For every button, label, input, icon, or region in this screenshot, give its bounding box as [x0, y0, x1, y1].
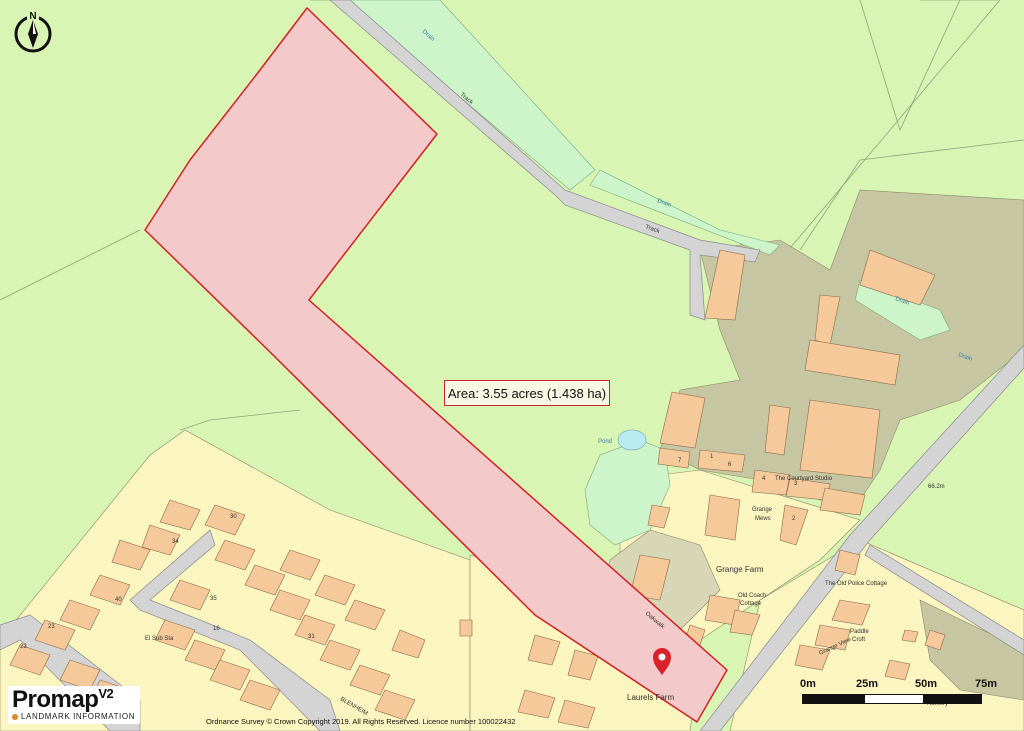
paddle-label: Paddle — [850, 629, 869, 635]
house-number: 22 — [20, 644, 27, 650]
scale-segment-1 — [802, 694, 864, 704]
house-number: 16 — [213, 626, 220, 632]
scale-label-75: 75m — [975, 678, 998, 690]
scale-bar: 0m 25m 50m 75m — [800, 678, 997, 708]
logo-main-text: Promap — [12, 686, 99, 713]
north-label: N — [29, 11, 36, 22]
area-label-text: Area: 3.55 acres (1.438 ha) — [447, 385, 607, 401]
logo-sub-text: LANDMARK INFORMATION — [21, 712, 136, 721]
house-number: 30 — [230, 514, 237, 520]
scale-label-0: 0m — [800, 678, 816, 690]
house-number: 23 — [48, 624, 55, 630]
old-coach-label: Old Coach — [738, 593, 766, 599]
house-number: 40 — [115, 597, 122, 603]
old-police-cottage-label: The Old Police Cottage — [825, 581, 888, 587]
promap-logo: PromapV2 LANDMARK INFORMATION — [8, 686, 140, 724]
scale-segment-2 — [864, 694, 924, 704]
grange-farm-label: Grange Farm — [716, 565, 764, 574]
pond-label: Pond — [598, 439, 612, 445]
area-label: Area: 3.55 acres (1.438 ha) — [444, 380, 610, 406]
scale-label-50: 50m — [915, 678, 938, 690]
mews-label: Mews — [755, 516, 771, 522]
house-number: 31 — [308, 634, 315, 640]
map-canvas[interactable]: Track Track Drain Drain Drain Drain Pond… — [0, 0, 1024, 731]
spot-height-label: 66.2m — [928, 484, 945, 490]
courtyard-studio-label: The Courtyard Studio — [775, 476, 833, 482]
laurels-farm-label: Laurels Farm — [627, 693, 674, 702]
logo-version: V2 — [98, 686, 114, 701]
house-number: 34 — [172, 539, 179, 545]
cottage-label: Cottage — [740, 601, 762, 607]
north-arrow-icon: N — [14, 10, 52, 53]
house-number: 35 — [210, 596, 217, 602]
logo-dot-icon — [12, 713, 18, 720]
el-sub-sta-label: El Sub Sta — [145, 636, 174, 642]
copyright-notice: Ordnance Survey © Crown Copyright 2019. … — [206, 717, 516, 726]
scale-label-25: 25m — [856, 678, 879, 690]
grange-label: Grange — [752, 507, 773, 513]
scale-segment-3 — [924, 694, 982, 704]
croft-label: Croft — [852, 637, 865, 643]
